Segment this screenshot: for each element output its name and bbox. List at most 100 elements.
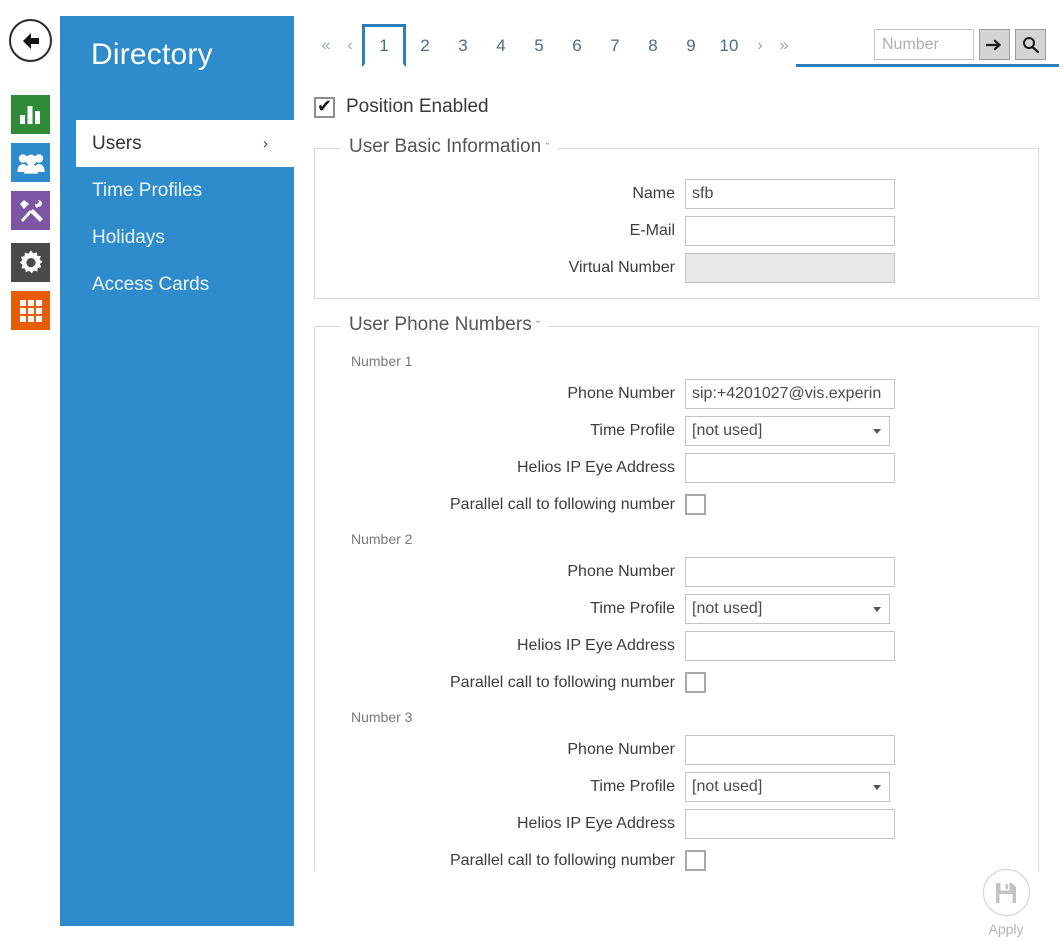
users-icon bbox=[17, 152, 45, 174]
sidebar-item-access-cards[interactable]: Access Cards bbox=[60, 261, 294, 308]
helios-ip-eye-address-row-1: Helios IP Eye Address bbox=[315, 449, 1038, 486]
pager-page-9[interactable]: 9 bbox=[672, 24, 710, 67]
app-root: 2N Helios IP Force CZ|EN|DE|FR|IT|ES|RU … bbox=[0, 0, 1063, 942]
settings-gear-icon bbox=[18, 250, 44, 276]
position-enabled-row[interactable]: ✔ Position Enabled bbox=[314, 96, 489, 118]
virtual-number-label: Virtual Number bbox=[315, 259, 685, 277]
position-enabled-label: Position Enabled bbox=[346, 96, 489, 118]
page-title: Directory bbox=[91, 38, 213, 72]
name-input[interactable] bbox=[685, 179, 895, 209]
name-label: Name bbox=[315, 185, 685, 203]
back-button[interactable] bbox=[9, 19, 52, 62]
phone-number-row-3: Phone Number bbox=[315, 731, 1038, 768]
sidebar-item-label: Time Profiles bbox=[92, 180, 202, 202]
phone-number-input-1[interactable] bbox=[685, 379, 895, 409]
apps-grid-icon bbox=[19, 299, 43, 323]
pager-last[interactable]: » bbox=[772, 24, 796, 67]
search-group bbox=[874, 29, 1046, 60]
rail-icon-settings[interactable] bbox=[11, 243, 50, 282]
time-profile-row-2: Time Profile [not used] bbox=[315, 590, 1038, 627]
helios-ip-eye-address-row-2: Helios IP Eye Address bbox=[315, 627, 1038, 664]
parallel-call-checkbox-1[interactable] bbox=[685, 494, 706, 515]
check-icon: ✔ bbox=[317, 97, 332, 115]
chevron-down-icon bbox=[873, 785, 881, 790]
phone-group-title-2: Number 2 bbox=[351, 531, 1038, 547]
helios-ip-eye-address-label-3: Helios IP Eye Address bbox=[315, 815, 685, 833]
sidebar-menu: Users› Time Profiles HolidaysAccess Cards bbox=[60, 120, 294, 308]
sidebar-item-time-profiles[interactable]: Time Profiles bbox=[60, 167, 294, 214]
parallel-call-checkbox-2[interactable] bbox=[685, 672, 706, 693]
select-value: [not used] bbox=[692, 600, 762, 618]
e-mail-input[interactable] bbox=[685, 216, 895, 246]
name-row: Name bbox=[315, 175, 1038, 212]
helios-ip-eye-address-input-1[interactable] bbox=[685, 453, 895, 483]
legend-text: User Phone Numbers bbox=[349, 314, 532, 335]
phone-number-row-1: Phone Number bbox=[315, 375, 1038, 412]
pager-page-10[interactable]: 10 bbox=[710, 24, 748, 67]
chevron-down-icon bbox=[873, 429, 881, 434]
sidebar-item-holidays[interactable]: Holidays bbox=[60, 214, 294, 261]
pager-page-4[interactable]: 4 bbox=[482, 24, 520, 67]
content-area: «‹12345678910›» ✔ Position Enabled bbox=[294, 0, 1063, 942]
pager-page-8[interactable]: 8 bbox=[634, 24, 672, 67]
search-button[interactable] bbox=[1015, 29, 1046, 60]
legend-text: User Basic Information bbox=[349, 136, 541, 157]
rail-icon-users[interactable] bbox=[11, 143, 50, 182]
rail-icon-apps[interactable] bbox=[11, 291, 50, 330]
helios-ip-eye-address-input-3[interactable] bbox=[685, 809, 895, 839]
sidebar-item-users[interactable]: Users› bbox=[76, 120, 294, 167]
time-profile-row-3: Time Profile [not used] bbox=[315, 768, 1038, 805]
pager-page-5[interactable]: 5 bbox=[520, 24, 558, 67]
helios-ip-eye-address-label-1: Helios IP Eye Address bbox=[315, 459, 685, 477]
rail-icon-tools[interactable] bbox=[11, 191, 50, 230]
pager-prev[interactable]: ‹ bbox=[338, 24, 362, 67]
parallel-call-label-2: Parallel call to following number bbox=[315, 674, 685, 692]
time-profile-label-3: Time Profile bbox=[315, 778, 685, 796]
icon-rail bbox=[0, 0, 60, 942]
apply-button[interactable]: Apply bbox=[979, 869, 1033, 937]
pager-page-2[interactable]: 2 bbox=[406, 24, 444, 67]
phone-number-label-3: Phone Number bbox=[315, 741, 685, 759]
phone-number-input-2[interactable] bbox=[685, 557, 895, 587]
go-button[interactable] bbox=[979, 29, 1010, 60]
back-arrow-icon bbox=[20, 31, 42, 51]
parallel-call-row-1: Parallel call to following number bbox=[315, 486, 1038, 523]
time-profile-label-1: Time Profile bbox=[315, 422, 685, 440]
helios-ip-eye-address-input-2[interactable] bbox=[685, 631, 895, 661]
content-bottom-fade bbox=[294, 871, 1063, 942]
pager-page-3[interactable]: 3 bbox=[444, 24, 482, 67]
pager-page-6[interactable]: 6 bbox=[558, 24, 596, 67]
group-spacer bbox=[315, 701, 1038, 709]
phone-number-label-1: Phone Number bbox=[315, 385, 685, 403]
pager-page-1[interactable]: 1 bbox=[362, 24, 406, 67]
user-basic-information-legend[interactable]: User Basic Informationˇ bbox=[341, 136, 558, 158]
chevron-down-icon bbox=[873, 607, 881, 612]
pager-first[interactable]: « bbox=[314, 24, 338, 67]
pager-next[interactable]: › bbox=[748, 24, 772, 67]
phone-number-row-2: Phone Number bbox=[315, 553, 1038, 590]
tools-icon bbox=[18, 198, 44, 224]
rail-icon-statistics[interactable] bbox=[11, 95, 50, 134]
phone-number-input-3[interactable] bbox=[685, 735, 895, 765]
chevron-down-icon: ˇ bbox=[536, 318, 540, 333]
phone-group-title-1: Number 1 bbox=[351, 353, 1038, 369]
time-profile-row-1: Time Profile[not used] bbox=[315, 412, 1038, 449]
parallel-call-label-3: Parallel call to following number bbox=[315, 852, 685, 870]
time-profile-select-2[interactable]: [not used] bbox=[685, 594, 890, 624]
user-phone-numbers-legend[interactable]: User Phone Numbers ˇ bbox=[341, 314, 548, 336]
pagination: «‹12345678910›» bbox=[314, 24, 796, 67]
helios-ip-eye-address-label-2: Helios IP Eye Address bbox=[315, 637, 685, 655]
time-profile-label-2: Time Profile bbox=[315, 600, 685, 618]
parallel-call-row-2: Parallel call to following number bbox=[315, 664, 1038, 701]
position-enabled-checkbox[interactable]: ✔ bbox=[314, 97, 335, 118]
select-value: [not used] bbox=[692, 778, 762, 796]
search-input[interactable] bbox=[874, 29, 974, 60]
magnifier-icon bbox=[1022, 36, 1039, 53]
virtual-number-input bbox=[685, 253, 895, 283]
user-phone-numbers-section: User Phone Numbersˇ Number 1Phone Number… bbox=[314, 326, 1039, 886]
pager-page-7[interactable]: 7 bbox=[596, 24, 634, 67]
time-profile-select-3[interactable]: [not used] bbox=[685, 772, 890, 802]
time-profile-select-1[interactable]: [not used] bbox=[685, 416, 890, 446]
parallel-call-checkbox-3[interactable] bbox=[685, 850, 706, 871]
user-basic-information-body: NameE-MailVirtual Number bbox=[315, 149, 1038, 298]
